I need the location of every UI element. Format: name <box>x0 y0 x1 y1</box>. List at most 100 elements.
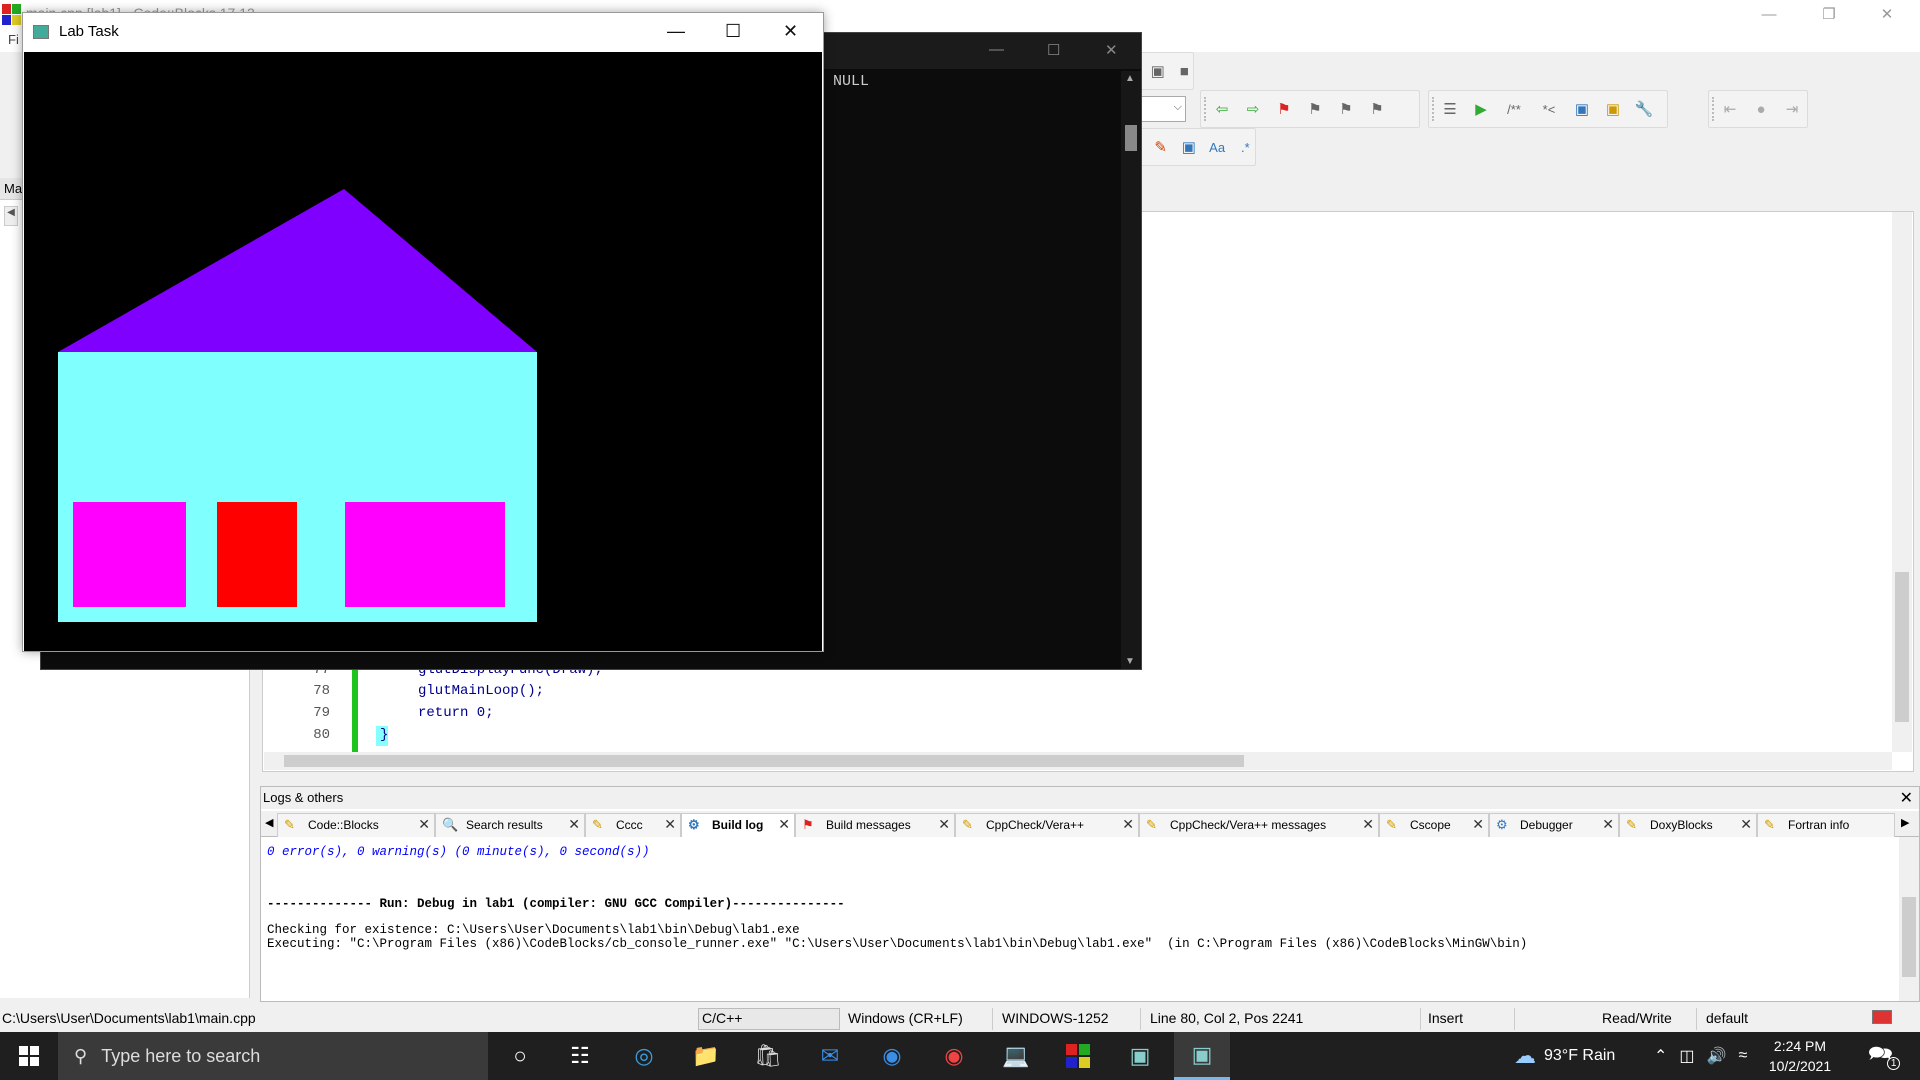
match-case-icon[interactable]: Aa <box>1208 136 1227 158</box>
close-icon[interactable]: ✕ <box>664 816 676 833</box>
close-icon[interactable]: ✕ <box>938 816 950 833</box>
chm-docs-icon[interactable]: ▣ <box>1602 98 1624 120</box>
taskbar-clock[interactable]: 2:24 PM 10/2/2021 <box>1752 1036 1848 1076</box>
regex-icon[interactable]: .* <box>1236 136 1255 158</box>
close-icon[interactable]: ✕ <box>778 816 790 833</box>
weather-widget[interactable]: ☁ 93°F Rain <box>1514 1032 1615 1080</box>
prev-bookmark-icon[interactable]: ⚑ <box>1304 98 1326 120</box>
edge-icon[interactable]: ◎ <box>616 1032 672 1080</box>
console-taskbar-icon[interactable]: ▣ <box>1112 1032 1168 1080</box>
close-icon[interactable]: ✕ <box>1602 816 1614 833</box>
maximize-icon[interactable]: ☐ <box>725 21 741 42</box>
tab-doxyblocks[interactable]: ✎ DoxyBlocks ✕ <box>1619 813 1757 837</box>
build-log-output: 0 error(s), 0 warning(s) (0 minute(s), 0… <box>267 845 1527 951</box>
tab-cppcheck[interactable]: ✎ CppCheck/Vera++ ✕ <box>955 813 1139 837</box>
close-icon[interactable]: ✕ <box>1472 816 1484 833</box>
editor-vertical-scrollbar[interactable] <box>1892 212 1912 752</box>
chevron-up-icon[interactable]: ⌃ <box>1654 1046 1667 1066</box>
doxywizard-icon[interactable]: ☰ <box>1439 98 1461 120</box>
taskbar-search-box[interactable]: ⚲ Type here to search <box>58 1032 488 1080</box>
jump-forward-icon[interactable]: ⇥ <box>1781 98 1803 120</box>
file-explorer-icon[interactable]: 📁 <box>678 1032 734 1080</box>
close-icon[interactable]: ✕ <box>418 816 430 833</box>
tab-label: DoxyBlocks <box>1650 818 1713 832</box>
chevron-down-icon[interactable]: ▼ <box>1125 656 1135 667</box>
close-icon[interactable]: ✕ <box>1362 816 1374 833</box>
clear-bookmarks-icon[interactable]: ⚑ <box>1366 98 1388 120</box>
battery-icon[interactable]: ◫ <box>1679 1046 1694 1066</box>
tab-cppcheck-messages[interactable]: ✎ CppCheck/Vera++ messages ✕ <box>1139 813 1379 837</box>
wrench-icon[interactable]: 🔧 <box>1633 98 1655 120</box>
app-w-icon[interactable]: ◉ <box>864 1032 920 1080</box>
lab-task-title: Lab Task <box>59 23 119 40</box>
debug-window-icon[interactable]: ▣ <box>1149 60 1167 82</box>
menu-file[interactable]: Fi <box>8 32 19 47</box>
arrow-right-icon[interactable]: ⇨ <box>1242 98 1264 120</box>
tab-scroll-right-icon[interactable]: ▶ <box>1901 816 1909 829</box>
close-icon[interactable]: ✕ <box>1900 788 1913 808</box>
volume-icon[interactable]: 🔊 <box>1707 1046 1727 1066</box>
comment-icon[interactable]: ■ <box>1176 60 1194 82</box>
tab-search-results[interactable]: 🔍 Search results ✕ <box>435 813 585 837</box>
minimize-icon[interactable]: — <box>667 21 685 42</box>
store-icon[interactable]: 🛍 <box>740 1032 796 1080</box>
next-bookmark-icon[interactable]: ⚑ <box>1335 98 1357 120</box>
scroll-thumb[interactable] <box>284 755 1244 767</box>
scroll-thumb[interactable] <box>1902 897 1916 977</box>
tab-scroll-left-icon[interactable]: ◀ <box>265 816 273 829</box>
lab-task-taskbar-icon[interactable]: ▣ <box>1174 1032 1230 1080</box>
highlight-pen-icon[interactable]: ✎ <box>1151 136 1170 158</box>
minimize-icon[interactable]: — <box>1740 0 1798 28</box>
codeblocks-app-icon <box>2 4 22 26</box>
close-icon[interactable]: ✕ <box>783 21 798 42</box>
chevron-up-icon[interactable]: ▲ <box>1125 73 1135 84</box>
tab-cccc[interactable]: ✎ Cccc ✕ <box>585 813 681 837</box>
close-icon[interactable]: ✕ <box>1105 41 1118 59</box>
editor-horizontal-scrollbar[interactable] <box>264 752 1892 770</box>
scroll-thumb[interactable] <box>1125 125 1137 151</box>
computer-icon[interactable]: 💻 <box>988 1032 1044 1080</box>
bookmark-flag-icon[interactable]: ⚑ <box>1273 98 1295 120</box>
replace-icon[interactable]: ▣ <box>1179 136 1198 158</box>
log-scrollbar[interactable] <box>1899 837 1919 1001</box>
tab-build-messages[interactable]: ⚑ Build messages ✕ <box>795 813 955 837</box>
close-icon[interactable]: ✕ <box>568 816 580 833</box>
tab-codeblocks[interactable]: ✎ Code::Blocks ✕ <box>277 813 435 837</box>
minimize-icon[interactable]: — <box>989 41 1004 58</box>
notification-center[interactable]: 🗪 1 <box>1868 1032 1901 1080</box>
extract-docs-icon[interactable]: ▶ <box>1470 98 1492 120</box>
tab-build-log[interactable]: ⚙ Build log ✕ <box>681 813 795 837</box>
close-icon[interactable]: ✕ <box>1858 0 1916 28</box>
line-comment-icon[interactable]: *< <box>1536 98 1562 120</box>
page-icon: ✎ <box>1626 817 1637 832</box>
mail-icon[interactable]: ✉ <box>802 1032 858 1080</box>
tab-cscope[interactable]: ✎ Cscope ✕ <box>1379 813 1489 837</box>
tab-debugger[interactable]: ⚙ Debugger ✕ <box>1489 813 1619 837</box>
cortana-icon[interactable]: ○ <box>492 1032 548 1080</box>
arrow-left-icon[interactable]: ⇦ <box>1211 98 1233 120</box>
console-output: NULL <box>833 73 870 90</box>
jump-back-icon[interactable]: ⇤ <box>1719 98 1741 120</box>
jump-dot-icon[interactable]: ● <box>1750 98 1772 120</box>
close-icon[interactable]: ✕ <box>1122 816 1134 833</box>
log-summary: 0 error(s), 0 warning(s) (0 minute(s), 0… <box>267 845 650 859</box>
html-docs-icon[interactable]: ▣ <box>1571 98 1593 120</box>
tab-label: Cscope <box>1410 818 1451 832</box>
restore-icon[interactable]: ❐ <box>1800 0 1858 28</box>
wifi-icon[interactable]: ≈ <box>1738 1047 1747 1065</box>
toolbar-group-highlight: ✎ ▣ Aa .* <box>1140 128 1256 166</box>
line-number: 78 <box>313 683 330 699</box>
clock-date: 10/2/2021 <box>1768 1058 1832 1074</box>
task-view-icon[interactable]: ☷ <box>552 1032 608 1080</box>
tab-fortran-info[interactable]: ✎ Fortran info <box>1757 813 1895 837</box>
close-icon[interactable]: ✕ <box>1740 816 1752 833</box>
codeblocks-taskbar-icon[interactable] <box>1050 1032 1106 1080</box>
chrome-icon[interactable]: ◉ <box>926 1032 982 1080</box>
console-scrollbar[interactable]: ▲ ▼ <box>1121 71 1141 669</box>
maximize-icon[interactable]: ☐ <box>1047 41 1060 59</box>
windows-start-icon[interactable] <box>0 1032 58 1080</box>
chevron-left-icon[interactable]: ◀ <box>4 206 18 226</box>
block-comment-icon[interactable]: /** <box>1501 98 1527 120</box>
scope-dropdown[interactable]: ⌵ <box>1140 96 1186 122</box>
scroll-thumb[interactable] <box>1895 572 1909 722</box>
